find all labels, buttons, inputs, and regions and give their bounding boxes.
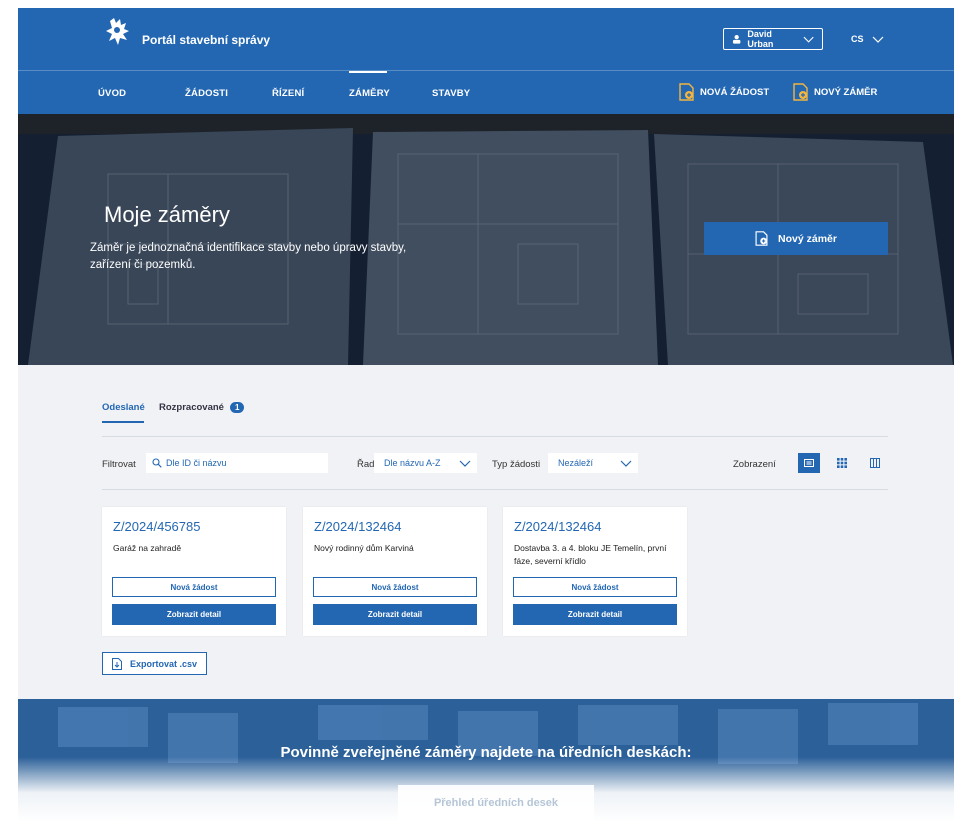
intent-description: Dostavba 3. a 4. bloku JE Temelín, první… (514, 543, 667, 566)
official-boards-banner: Povinně zveřejněné záměry najdete na úře… (18, 699, 954, 822)
sort-select[interactable]: Dle názvu A-Z (374, 453, 477, 473)
user-menu-button[interactable]: David Urban (723, 28, 823, 50)
main-navigation: ÚVOD ŽÁDOSTI ŘÍZENÍ ZÁMĚRY STAVBY NOVÁ Ž… (18, 70, 954, 114)
chevron-down-icon (620, 460, 632, 467)
drafts-count-badge: 1 (229, 402, 245, 413)
request-type-value: Nezáleží (558, 458, 594, 468)
sort-value: Dle názvu A-Z (384, 458, 441, 468)
hero-description: Záměr je jednoznačná identifikace stavby… (90, 242, 407, 271)
intent-card: Z/2024/456785 Garáž na zahradě Nová žádo… (102, 507, 286, 636)
export-csv-button[interactable]: Exportovat .csv (102, 652, 207, 675)
nav-item-rizeni[interactable]: ŘÍZENÍ (272, 88, 304, 99)
nav-item-stavby[interactable]: STAVBY (432, 88, 470, 99)
chevron-down-icon (803, 36, 814, 43)
tab-drafts[interactable]: Rozpracované 1 (159, 402, 245, 413)
intent-description: Garáž na zahradě (113, 543, 182, 553)
search-input[interactable]: Dle ID či názvu (146, 453, 328, 473)
show-detail-button[interactable]: Zobrazit detail (513, 604, 677, 625)
new-intent-button[interactable]: Nový záměr (704, 222, 888, 255)
active-tab-indicator (102, 421, 144, 423)
coat-of-arms-logo[interactable] (104, 17, 132, 47)
request-type-label: Typ žádosti (492, 459, 541, 470)
tab-sent[interactable]: Odeslané (102, 402, 145, 413)
document-add-icon (755, 231, 768, 246)
request-type-select[interactable]: Nezáleží (548, 453, 638, 473)
new-intent-link[interactable]: NOVÝ ZÁMĚR (793, 83, 877, 101)
new-request-link[interactable]: NOVÁ ŽÁDOST (679, 83, 769, 101)
show-detail-button[interactable]: Zobrazit detail (313, 604, 477, 625)
search-placeholder: Dle ID či názvu (166, 458, 227, 468)
nav-item-zadosti[interactable]: ŽÁDOSTI (185, 88, 228, 99)
view-columns-button[interactable] (864, 453, 886, 473)
language-switcher[interactable]: CS (851, 34, 884, 44)
show-detail-button[interactable]: Zobrazit detail (112, 604, 276, 625)
filter-label: Filtrovat (102, 459, 136, 470)
document-add-icon (679, 83, 694, 101)
new-intent-button-label: Nový záměr (778, 232, 837, 245)
list-view-icon (804, 459, 814, 467)
hero-banner: Moje záměry Záměr je jednoznačná identif… (18, 114, 954, 365)
view-label: Zobrazení (733, 459, 776, 470)
document-add-icon (793, 83, 808, 101)
search-icon (152, 458, 162, 468)
page-title: Moje záměry (104, 202, 230, 227)
new-request-button[interactable]: Nová žádost (313, 577, 477, 597)
intent-card: Z/2024/132464 Nový rodinný dům Karviná N… (303, 507, 487, 636)
download-file-icon (111, 657, 122, 670)
export-csv-label: Exportovat .csv (129, 658, 198, 669)
intent-id[interactable]: Z/2024/132464 (514, 519, 601, 534)
user-icon (732, 34, 741, 44)
divider (102, 489, 888, 490)
intent-description: Nový rodinný dům Karviná (314, 543, 414, 553)
new-request-button[interactable]: Nová žádost (112, 577, 276, 597)
intent-card: Z/2024/132464 Dostavba 3. a 4. bloku JE … (503, 507, 687, 636)
new-request-button[interactable]: Nová žádost (513, 577, 677, 597)
intent-id[interactable]: Z/2024/456785 (113, 519, 200, 534)
new-intent-label: NOVÝ ZÁMĚR (814, 86, 878, 98)
top-bar: Portál stavební správy David Urban CS (18, 8, 954, 70)
intent-id[interactable]: Z/2024/132464 (314, 519, 401, 534)
nav-item-zamery[interactable]: ZÁMĚRY (349, 88, 390, 99)
language-code: CS (851, 34, 864, 44)
tab-drafts-label: Rozpracované (159, 402, 224, 413)
divider (102, 436, 888, 437)
official-boards-button[interactable]: Přehled úředních desek (398, 785, 594, 821)
grid-view-icon (837, 458, 847, 468)
new-request-label: NOVÁ ŽÁDOST (700, 86, 770, 98)
portal-title[interactable]: Portál stavební správy (142, 33, 270, 47)
nav-item-uvod[interactable]: ÚVOD (98, 88, 126, 99)
chevron-down-icon (872, 36, 883, 43)
chevron-down-icon (459, 460, 471, 467)
view-grid-button[interactable] (831, 453, 853, 473)
nav-active-indicator (349, 71, 387, 73)
view-list-button[interactable] (798, 453, 820, 473)
intents-section: Odeslané Rozpracované 1 Filtrovat Dle ID… (18, 365, 954, 699)
user-name: David Urban (747, 29, 774, 49)
columns-view-icon (870, 458, 880, 468)
